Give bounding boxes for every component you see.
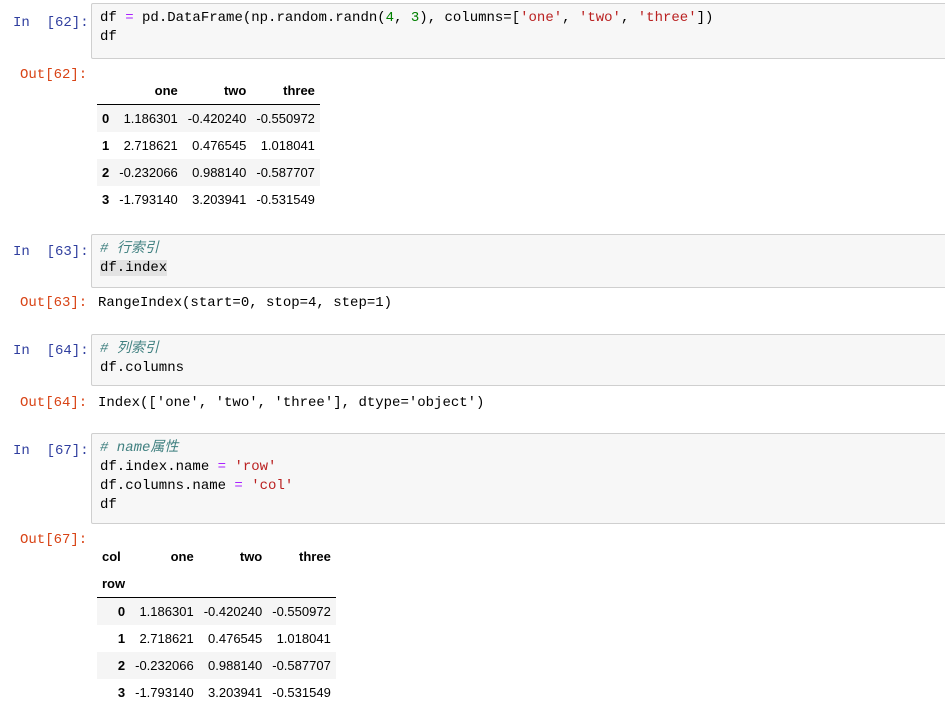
index-name-label: row [97, 570, 131, 598]
row-index: 1 [102, 138, 110, 153]
code-line: df.index [100, 260, 168, 276]
column-header: one [114, 77, 183, 105]
table-row: 1 2.718621 0.476545 1.018041 [97, 625, 336, 652]
table-header-row: col one two three [97, 543, 336, 570]
code-line: df.index.name = 'row' [100, 459, 277, 475]
table-cell: -0.531549 [272, 685, 331, 700]
table-cell: -0.587707 [272, 658, 331, 673]
column-header: two [182, 77, 252, 105]
dataframe-table: one two three 0 1.186301 -0.420240 -0.55… [97, 77, 320, 213]
table-cell: -0.420240 [187, 111, 247, 126]
row-index: 2 [117, 658, 126, 673]
code-line: df.columns.name = 'col' [100, 478, 294, 494]
table-cell: -1.793140 [119, 192, 178, 207]
output-prompt-67: Out[67]: [20, 532, 88, 548]
table-row: 2 -0.232066 0.988140 -0.587707 [97, 652, 336, 679]
table-cell: 3.203941 [192, 192, 247, 207]
column-header: one [170, 549, 194, 564]
table-header-row: one two three [97, 77, 320, 105]
table-cell: -0.232066 [119, 165, 178, 180]
table-cell: 0.476545 [208, 631, 263, 646]
table-cell: -0.550972 [256, 111, 315, 126]
code-line: # name属性 [100, 440, 179, 456]
code-line: # 行索引 [100, 241, 159, 257]
output-prompt-62: Out[62]: [20, 67, 88, 83]
input-prompt-64: In [64]: [13, 343, 89, 359]
table-row: 2 -0.232066 0.988140 -0.587707 [97, 159, 320, 186]
table-cell: 2.718621 [123, 138, 178, 153]
column-header: three [251, 77, 320, 105]
row-index: 0 [102, 111, 110, 126]
row-index: 3 [117, 685, 126, 700]
table-cell: 0.988140 [208, 658, 263, 673]
column-header: two [239, 549, 263, 564]
table-cell: -0.531549 [256, 192, 315, 207]
code-cell-67[interactable]: # name属性 df.index.name = 'row' df.column… [91, 433, 945, 524]
code-cell-63[interactable]: # 行索引 df.index [91, 234, 945, 288]
table-cell: 3.203941 [208, 685, 263, 700]
table-cell: 1.186301 [123, 111, 178, 126]
columns-name-label: col [102, 549, 121, 564]
column-header [97, 77, 115, 105]
row-index: 0 [117, 604, 126, 619]
table-cell: -0.420240 [203, 604, 263, 619]
table-cell: 0.476545 [192, 138, 247, 153]
table-cell: 2.718621 [139, 631, 194, 646]
code-line: df = pd.DataFrame(np.random.randn(4, 3),… [100, 10, 714, 26]
table-row: 0 1.186301 -0.420240 -0.550972 [97, 597, 336, 625]
output-prompt-64: Out[64]: [20, 395, 88, 411]
code-line: df.columns [100, 360, 185, 376]
table-row: 3 -1.793140 3.203941 -0.531549 [97, 186, 320, 213]
row-index: 2 [102, 165, 110, 180]
table-row: 3 -1.793140 3.203941 -0.531549 [97, 679, 336, 706]
code-cell-62[interactable]: df = pd.DataFrame(np.random.randn(4, 3),… [91, 3, 945, 59]
table-cell: -0.232066 [135, 658, 194, 673]
table-row: 1 2.718621 0.476545 1.018041 [97, 132, 320, 159]
table-index-name-row: row [97, 570, 336, 598]
table-cell: -0.550972 [272, 604, 331, 619]
input-prompt-63: In [63]: [13, 244, 89, 260]
output-text: RangeIndex(start=0, stop=4, step=1) [98, 295, 393, 311]
row-index: 3 [102, 192, 110, 207]
table-cell: -1.793140 [135, 685, 194, 700]
output-prompt-63: Out[63]: [20, 295, 88, 311]
row-index: 1 [117, 631, 126, 646]
table-cell: 0.988140 [192, 165, 247, 180]
table-row: 0 1.186301 -0.420240 -0.550972 [97, 104, 320, 132]
table-cell: 1.186301 [139, 604, 194, 619]
table-cell: 1.018041 [276, 631, 331, 646]
column-header: three [299, 549, 331, 564]
dataframe-table-named: col one two three row 0 1.186301 -0.4202… [97, 543, 336, 706]
table-cell: -0.587707 [256, 165, 315, 180]
input-prompt-67: In [67]: [13, 443, 89, 459]
code-line: # 列索引 [100, 341, 159, 357]
output-text: Index(['one', 'two', 'three'], dtype='ob… [98, 395, 485, 411]
input-prompt-62: In [62]: [13, 15, 89, 31]
code-cell-64[interactable]: # 列索引 df.columns [91, 334, 945, 386]
code-line: df [100, 29, 117, 45]
code-line: df [100, 497, 117, 513]
table-cell: 1.018041 [260, 138, 315, 153]
